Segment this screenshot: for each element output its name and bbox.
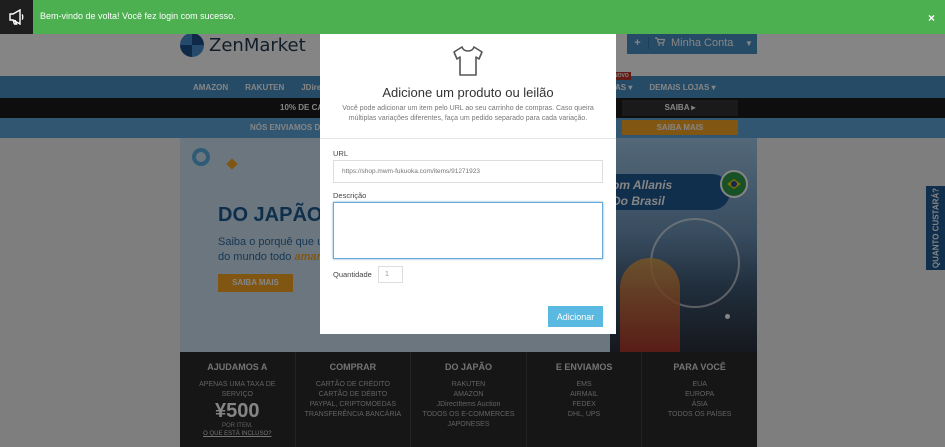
megaphone-icon bbox=[0, 0, 33, 34]
tshirt-icon bbox=[450, 44, 486, 81]
url-input[interactable] bbox=[333, 160, 603, 183]
description-label: Descrição bbox=[333, 191, 367, 200]
add-button[interactable]: Adicionar bbox=[548, 306, 603, 327]
toast-message: Bem-vindo de volta! Você fez login com s… bbox=[40, 11, 236, 21]
close-icon[interactable]: × bbox=[928, 11, 935, 25]
quantity-input[interactable] bbox=[378, 266, 403, 283]
quantity-label: Quantidade bbox=[333, 270, 372, 279]
login-success-toast: Bem-vindo de volta! Você fez login com s… bbox=[0, 0, 945, 34]
modal-title: Adicione um produto ou leilão bbox=[382, 85, 554, 100]
modal-divider bbox=[320, 138, 616, 139]
description-textarea[interactable] bbox=[333, 202, 603, 259]
add-product-modal: Adicione um produto ou leilão Você pode … bbox=[320, 34, 616, 334]
url-label: URL bbox=[333, 149, 349, 158]
modal-description: Você pode adicionar um item pelo URL ao … bbox=[342, 105, 594, 122]
